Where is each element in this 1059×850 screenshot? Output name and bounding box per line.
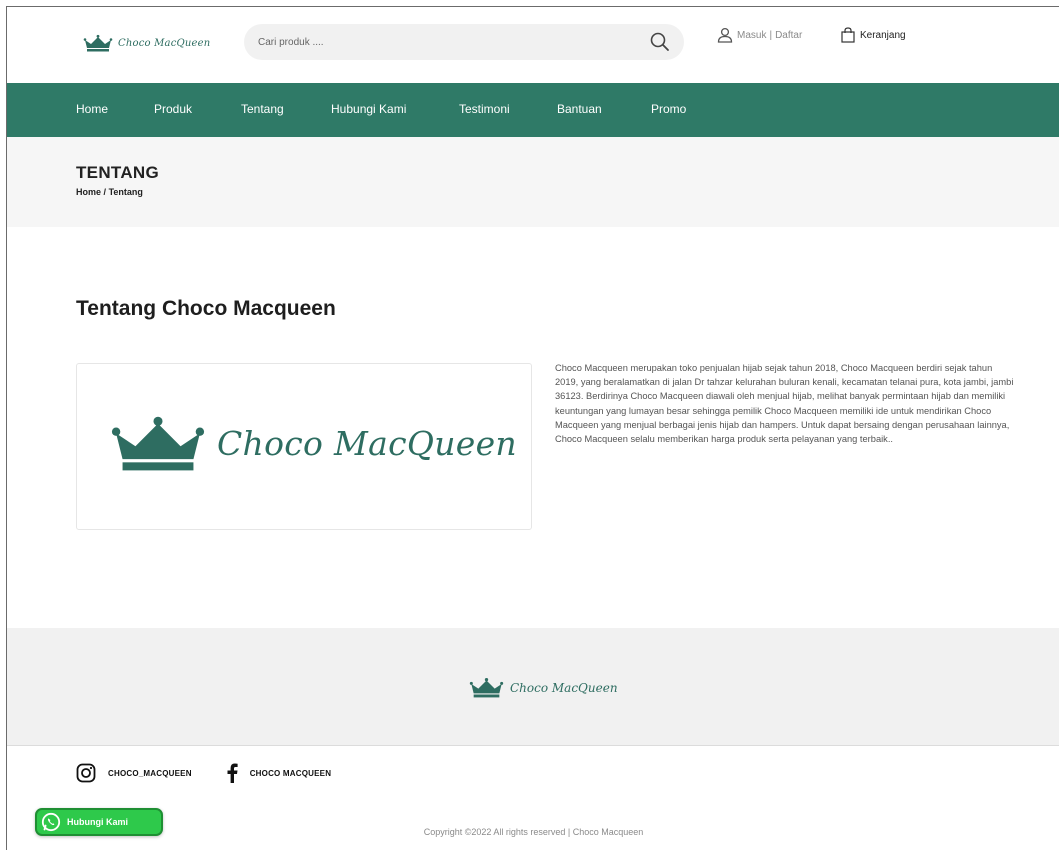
whatsapp-icon bbox=[41, 812, 61, 832]
breadcrumb-current: Tentang bbox=[108, 187, 143, 197]
logo-wordmark: Choco MacQueen bbox=[217, 423, 517, 463]
breadcrumb: Home / Tentang bbox=[76, 187, 143, 197]
nav-item-testimoni[interactable]: Testimoni bbox=[459, 102, 510, 116]
account-separator: | bbox=[769, 29, 773, 41]
page-title-band: TENTANG Home / Tentang bbox=[7, 137, 1059, 227]
crown-icon bbox=[83, 34, 113, 52]
search-icon[interactable] bbox=[648, 30, 672, 54]
about-description: Choco Macqueen merupakan toko penjualan … bbox=[555, 363, 1014, 445]
page-frame: Choco MacQueen Masuk | Daftar bbox=[6, 6, 1059, 850]
logo-wordmark: Choco MacQueen bbox=[510, 680, 618, 695]
instagram-icon bbox=[76, 763, 96, 783]
crown-icon bbox=[469, 677, 504, 698]
about-logo: Choco MacQueen bbox=[109, 414, 517, 472]
nav-item-promo[interactable]: Promo bbox=[651, 102, 686, 116]
social-links: CHOCO_MACQUEEN CHOCO MACQUEEN bbox=[76, 763, 365, 783]
cart-link[interactable]: Keranjang bbox=[840, 27, 906, 43]
about-image: Choco MacQueen bbox=[76, 363, 532, 530]
nav-item-home[interactable]: Home bbox=[76, 102, 108, 116]
instagram-link[interactable]: CHOCO_MACQUEEN bbox=[76, 763, 192, 783]
whatsapp-label: Hubungi Kami bbox=[67, 817, 128, 827]
main-nav: Home Produk Tentang Hubungi Kami Testimo… bbox=[7, 83, 1059, 137]
about-heading: Tentang Choco Macqueen bbox=[76, 297, 336, 320]
cart-label: Keranjang bbox=[860, 29, 906, 41]
logo-wordmark: Choco MacQueen bbox=[118, 37, 211, 49]
copyright-text: Copyright ©2022 All rights reserved | Ch… bbox=[423, 827, 644, 837]
user-icon bbox=[717, 27, 733, 43]
footer-logo[interactable]: Choco MacQueen bbox=[469, 677, 618, 698]
nav-item-bantuan[interactable]: Bantuan bbox=[557, 102, 602, 116]
whatsapp-button[interactable]: Hubungi Kami bbox=[35, 808, 163, 836]
site-header: Choco MacQueen Masuk | Daftar bbox=[7, 7, 1059, 83]
page-title: TENTANG bbox=[76, 163, 159, 182]
crown-icon bbox=[111, 416, 205, 471]
footer-logo-band: Choco MacQueen bbox=[7, 628, 1059, 746]
nav-item-hubungi-kami[interactable]: Hubungi Kami bbox=[331, 102, 406, 116]
instagram-label: CHOCO_MACQUEEN bbox=[108, 768, 192, 778]
header-logo[interactable]: Choco MacQueen bbox=[83, 34, 210, 52]
facebook-label: CHOCO MACQUEEN bbox=[249, 768, 332, 778]
login-link[interactable]: Masuk bbox=[737, 30, 766, 41]
breadcrumb-home[interactable]: Home bbox=[76, 187, 101, 197]
breadcrumb-separator: / bbox=[103, 187, 107, 197]
register-link[interactable]: Daftar bbox=[775, 30, 802, 41]
shopping-bag-icon bbox=[841, 27, 855, 43]
search-input[interactable] bbox=[258, 33, 628, 51]
account-link[interactable]: Masuk | Daftar bbox=[717, 27, 802, 43]
facebook-icon bbox=[227, 763, 238, 783]
search-bar bbox=[244, 24, 684, 60]
facebook-link[interactable]: CHOCO MACQUEEN bbox=[226, 763, 331, 783]
nav-item-produk[interactable]: Produk bbox=[154, 102, 192, 116]
nav-item-tentang[interactable]: Tentang bbox=[241, 102, 284, 116]
